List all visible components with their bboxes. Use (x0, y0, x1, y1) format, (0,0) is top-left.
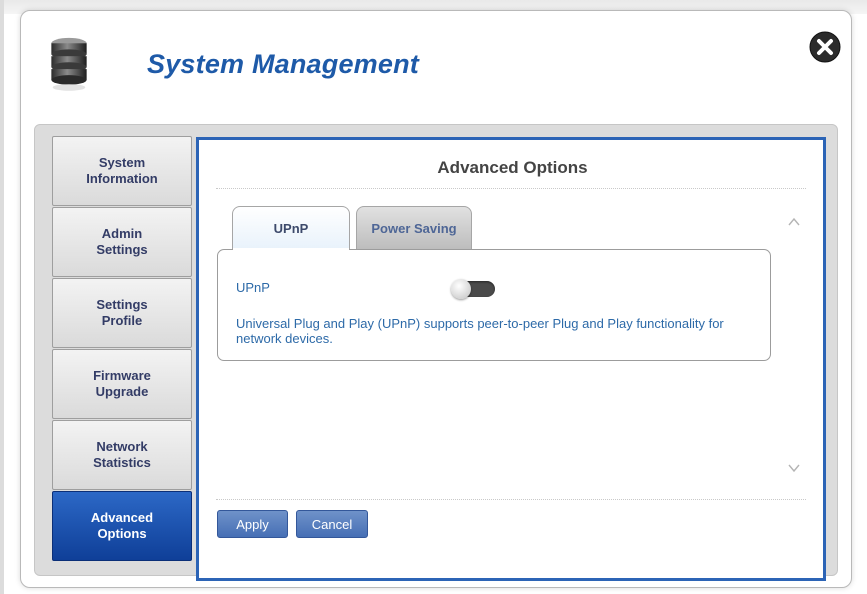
sidebar-item-label: Options (97, 526, 147, 541)
section-title: Advanced Options (437, 158, 588, 177)
apply-button[interactable]: Apply (217, 510, 288, 538)
sidebar-item-firmware-upgrade[interactable]: Firmware Upgrade (52, 349, 192, 419)
sidebar-item-label: Settings (96, 297, 148, 312)
sidebar-item-label: Firmware (93, 368, 151, 383)
cancel-button[interactable]: Cancel (296, 510, 368, 538)
sidebar-item-label: Profile (101, 313, 143, 328)
close-icon[interactable] (807, 29, 843, 65)
sidebar-item-network-statistics[interactable]: Network Statistics (52, 420, 192, 490)
dialog-title: System Management (147, 49, 419, 79)
sidebar-item-label: Advanced (90, 510, 154, 525)
toggle-knob (451, 279, 471, 299)
tab-power-saving[interactable]: Power Saving (356, 206, 472, 249)
sidebar-item-settings-profile[interactable]: Settings Profile (52, 278, 192, 348)
chevron-up-icon[interactable] (786, 214, 802, 230)
sidebar-item-label: Upgrade (95, 384, 149, 399)
sidebar-item-label: Statistics (93, 455, 151, 470)
upnp-description: Universal Plug and Play (UPnP) supports … (236, 316, 724, 346)
title-divider (216, 188, 806, 189)
footer-divider (216, 499, 806, 500)
tab-upnp[interactable]: UPnP (232, 206, 350, 250)
database-icon (51, 37, 87, 91)
tab-label: UPnP (273, 221, 309, 236)
active-tab-joint (233, 248, 349, 251)
upnp-label: UPnP (236, 280, 270, 295)
sidebar-item-label: System (98, 155, 146, 170)
sidebar-item-label: Network (96, 439, 148, 454)
tab-label: Power Saving (371, 220, 457, 236)
upnp-toggle[interactable] (451, 279, 497, 299)
sidebar-item-label: Information (86, 171, 158, 186)
sidebar-item-label: Settings (96, 242, 148, 257)
chevron-down-icon[interactable] (786, 460, 802, 476)
background-window-edge (0, 0, 4, 594)
sidebar-item-system-information[interactable]: System Information (52, 136, 192, 206)
sidebar-item-advanced-options[interactable]: Advanced Options (52, 491, 192, 561)
sidebar-item-admin-settings[interactable]: Admin Settings (52, 207, 192, 277)
sidebar-item-label: Admin (101, 226, 143, 241)
